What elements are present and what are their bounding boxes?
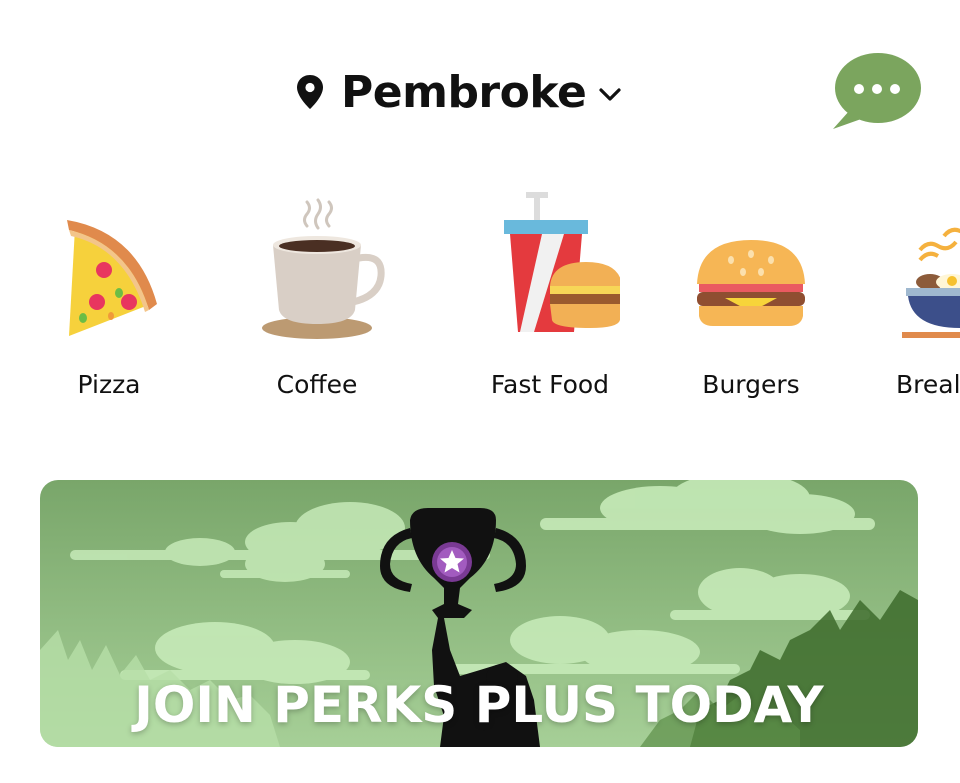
chevron-down-icon [599,88,621,101]
pizza-icon [67,220,157,336]
perks-plus-banner[interactable]: JOIN PERKS PLUS TODAY [40,480,918,747]
category-burgers[interactable]: Burgers [661,180,841,420]
fast-food-icon [504,192,620,332]
location-name: Pembroke [341,66,587,118]
banner-title: JOIN PERKS PLUS TODAY [134,676,824,734]
category-label: Pizza [77,370,141,399]
category-label: Breal [896,370,960,399]
category-coffee[interactable]: Coffee [227,180,407,420]
category-pizza[interactable]: Pizza [19,180,199,420]
category-label: Coffee [276,370,358,399]
category-label: Fast Food [490,370,610,399]
map-pin-icon [297,75,323,109]
burger-icon [697,240,805,326]
category-carousel[interactable]: Pizza Coffee Fast Food Burgers Breal [0,180,960,430]
chat-bubble-icon[interactable] [830,52,922,132]
location-selector[interactable]: Pembroke [295,62,622,122]
category-label: Burgers [702,370,800,399]
coffee-icon [262,198,385,339]
breakfast-icon [902,227,960,338]
category-fast-food[interactable]: Fast Food [460,180,640,420]
category-breakfast[interactable]: Breal [880,180,960,420]
trophy-icon [432,542,472,582]
header: Pembroke [0,0,960,180]
